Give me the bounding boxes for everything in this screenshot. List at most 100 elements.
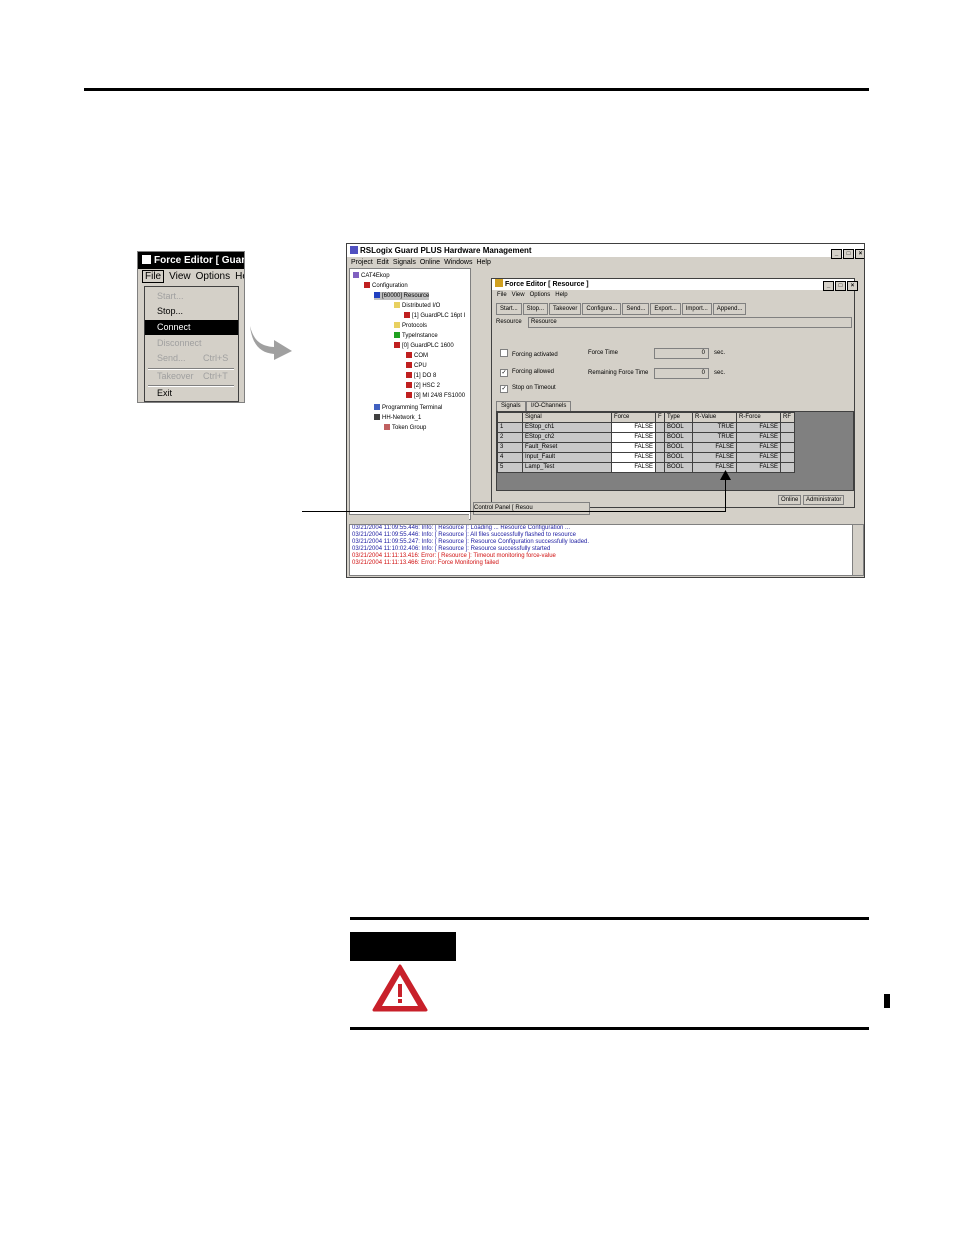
rf-flag bbox=[780, 462, 795, 473]
app-icon bbox=[350, 246, 358, 254]
r-force: FALSE bbox=[736, 432, 781, 443]
tree-item[interactable]: Token Group bbox=[384, 424, 426, 432]
log-line: 03/21/2004 11:09:55.247: Info: [ Resourc… bbox=[352, 539, 590, 545]
table-row[interactable]: 5 Lamp_Test FALSE BOOL FALSE FALSE bbox=[497, 462, 795, 473]
rf-flag bbox=[780, 432, 795, 443]
menu-file[interactable]: File bbox=[142, 270, 165, 283]
tree-item[interactable]: Programming Terminal bbox=[374, 404, 442, 412]
slot-icon bbox=[406, 352, 412, 358]
force-flag[interactable] bbox=[655, 452, 665, 463]
stop-on-timeout-checkbox[interactable]: ✓ Stop on Timeout bbox=[500, 385, 556, 393]
menu-signals[interactable]: Signals bbox=[393, 259, 416, 266]
export-button[interactable]: Export... bbox=[650, 303, 681, 315]
force-flag[interactable] bbox=[655, 462, 665, 473]
log-line: 03/21/2004 11:11:13.466: Error: Force Mo… bbox=[352, 560, 499, 566]
tree-item[interactable]: [1] DO 8 bbox=[406, 372, 436, 380]
slot-icon bbox=[406, 392, 412, 398]
table-row[interactable]: 1 EStop_ch1 FALSE BOOL TRUE FALSE bbox=[497, 422, 795, 433]
menu-help[interactable]: Help bbox=[476, 259, 490, 266]
tree-item[interactable]: [2] HSC 2 bbox=[406, 382, 440, 390]
tree-item[interactable]: [0] GuardPLC 1600 bbox=[394, 342, 454, 350]
rf-flag bbox=[780, 422, 795, 433]
forcing-activated-checkbox[interactable]: Forcing activated bbox=[500, 349, 558, 358]
signal-name: Lamp_Test bbox=[522, 462, 612, 473]
tree-item[interactable]: [3] MI 24/8 FS1000 bbox=[406, 392, 465, 400]
menu-project[interactable]: Project bbox=[351, 259, 373, 266]
table-row[interactable]: 2 EStop_ch2 FALSE BOOL TRUE FALSE bbox=[497, 432, 795, 443]
tree-item[interactable]: [1] GuardPLC 16pt I bbox=[404, 312, 465, 320]
force-flag[interactable] bbox=[655, 442, 665, 453]
log-scrollbar[interactable] bbox=[852, 524, 864, 576]
import-button[interactable]: Import... bbox=[681, 303, 712, 315]
tree-scrollbar[interactable] bbox=[349, 514, 469, 523]
send-button[interactable]: Send... bbox=[622, 303, 650, 315]
stop-button[interactable]: Stop... bbox=[522, 303, 549, 315]
force-time-field[interactable]: 0 bbox=[654, 348, 709, 359]
menu-item-connect[interactable]: Connect bbox=[145, 320, 238, 335]
takeover-button[interactable]: Takeover bbox=[549, 303, 582, 315]
r-value: TRUE bbox=[692, 422, 737, 433]
force-editor-window: Force Editor [ Resource ] _ □ × File View Op… bbox=[491, 278, 858, 508]
menu-online[interactable]: Online bbox=[420, 259, 440, 266]
force-value[interactable]: FALSE bbox=[611, 452, 656, 463]
warning-triangle-icon bbox=[372, 964, 428, 1012]
leader-line bbox=[302, 511, 726, 512]
tree-item[interactable]: Distributed I/O bbox=[394, 302, 440, 310]
tree-item[interactable]: CAT4Ekop bbox=[353, 272, 390, 280]
menu-help[interactable]: Help bbox=[235, 271, 244, 282]
menu-item-start[interactable]: Start... bbox=[145, 289, 238, 304]
start-button[interactable]: Start... bbox=[496, 303, 522, 315]
forcing-allowed-checkbox[interactable]: ✓ Forcing allowed bbox=[500, 369, 554, 377]
tree-item[interactable]: Configuration bbox=[364, 282, 408, 290]
tree-item[interactable]: COM bbox=[406, 352, 428, 360]
tree-item[interactable]: TypeInstance bbox=[394, 332, 438, 340]
warning-label-box bbox=[350, 932, 456, 961]
column-header: Type bbox=[664, 412, 693, 423]
menu-options[interactable]: Options bbox=[530, 292, 551, 298]
force-value[interactable]: FALSE bbox=[611, 422, 656, 433]
tree-item[interactable]: [60000] Resource bbox=[374, 292, 430, 300]
force-flag[interactable] bbox=[655, 432, 665, 443]
menu-options[interactable]: Options bbox=[196, 271, 230, 282]
menu-item-exit[interactable]: Exit bbox=[145, 386, 238, 401]
r-force: FALSE bbox=[736, 422, 781, 433]
resource-field: Resource bbox=[528, 317, 852, 328]
force-value[interactable]: FALSE bbox=[611, 442, 656, 453]
signal-name: Input_Fault bbox=[522, 452, 612, 463]
force-editor-title: Force Editor [ Resource ] bbox=[505, 281, 589, 288]
tree-item[interactable]: Protocols bbox=[394, 322, 427, 330]
menu-item-takeover[interactable]: Takeover Ctrl+T bbox=[145, 369, 238, 384]
tab-io-channels[interactable]: I/O-Channels bbox=[526, 401, 572, 411]
force-value[interactable]: FALSE bbox=[611, 462, 656, 473]
log-line: 03/21/2004 11:10:02.406: Info: [ Resourc… bbox=[352, 546, 551, 552]
table-row[interactable]: 3 Fault_Reset FALSE BOOL FALSE FALSE bbox=[497, 442, 795, 453]
control-panel-minimized[interactable]: Control Panel [ Resou bbox=[473, 502, 590, 515]
signals-table: Signal Force F Type R-Value R-Force RF 1… bbox=[497, 412, 795, 473]
column-header: Force bbox=[611, 412, 656, 423]
r-value: TRUE bbox=[692, 432, 737, 443]
arrowhead-icon bbox=[720, 470, 731, 480]
folder-icon bbox=[394, 302, 400, 308]
menu-item-stop[interactable]: Stop... bbox=[145, 304, 238, 319]
main-titlebar: RSLogix Guard PLUS Hardware Management _… bbox=[347, 244, 864, 259]
menu-edit[interactable]: Edit bbox=[377, 259, 389, 266]
configure-button[interactable]: Configure... bbox=[582, 303, 622, 315]
menu-help[interactable]: Help bbox=[555, 292, 567, 298]
signal-name: EStop_ch2 bbox=[522, 432, 612, 443]
column-header: RF bbox=[780, 412, 795, 423]
menu-file[interactable]: File bbox=[497, 292, 507, 298]
menu-item-disconnect[interactable]: Disconnect bbox=[145, 336, 238, 351]
menu-view[interactable]: View bbox=[512, 292, 525, 298]
force-flag[interactable] bbox=[655, 422, 665, 433]
menu-item-send[interactable]: Send... Ctrl+S bbox=[145, 351, 238, 366]
table-row[interactable]: 4 Input_Fault FALSE BOOL FALSE FALSE bbox=[497, 452, 795, 463]
force-value[interactable]: FALSE bbox=[611, 432, 656, 443]
menu-windows[interactable]: Windows bbox=[444, 259, 472, 266]
rf-flag bbox=[780, 442, 795, 453]
append-button[interactable]: Append... bbox=[712, 303, 747, 315]
hardware-management-screenshot: RSLogix Guard PLUS Hardware Management _… bbox=[346, 243, 865, 578]
tab-signals[interactable]: Signals bbox=[496, 401, 526, 411]
tree-item[interactable]: HH-Network_1 bbox=[374, 414, 421, 422]
tree-item[interactable]: CPU bbox=[406, 362, 427, 370]
menu-view[interactable]: View bbox=[169, 271, 191, 282]
